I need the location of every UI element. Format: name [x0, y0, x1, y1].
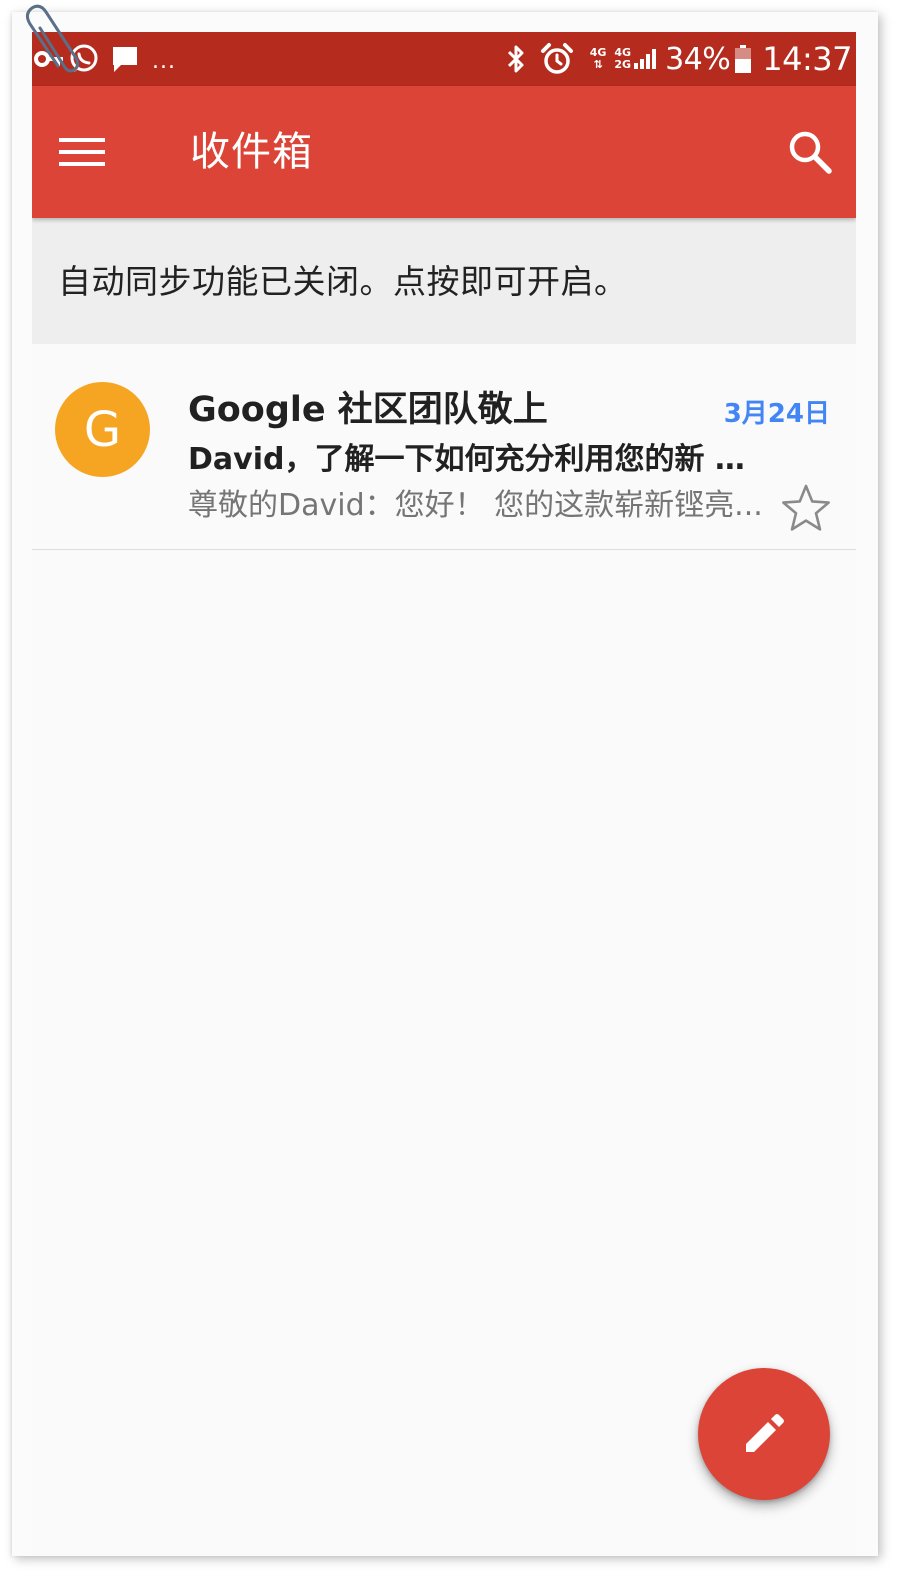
search-icon: [789, 131, 832, 174]
app-bar: 收件箱: [32, 86, 856, 218]
star-outline-icon: [782, 484, 830, 531]
email-date: 3月24日: [723, 399, 830, 429]
signal-icon: [634, 49, 657, 69]
more-notifications-indicator: ...: [152, 48, 176, 74]
email-snippet: 尊敬的David：您好！ 您的这款崭新铿亮...: [188, 488, 763, 523]
battery-icon: [735, 45, 752, 73]
compose-button[interactable]: [698, 1368, 830, 1500]
menu-button[interactable]: [50, 120, 114, 184]
star-button[interactable]: [778, 480, 834, 536]
status-bar-system: 4G ⇅ 4G 2G 34% 14:37: [504, 32, 852, 86]
message-icon: [113, 47, 137, 72]
email-sender: Google 社区团队敬上: [188, 390, 548, 430]
email-subject: David，了解一下如何充分利用您的新 A...: [188, 442, 768, 477]
email-list-item[interactable]: G Google 社区团队敬上 3月24日 David，了解一下如何充分利用您的…: [32, 344, 856, 550]
alarm-icon: [540, 43, 573, 74]
clock: 14:37: [762, 40, 852, 78]
pencil-icon: [746, 1414, 784, 1452]
battery-percentage: 34%: [665, 41, 731, 77]
sync-banner-text: 自动同步功能已关闭。点按即可开启。: [58, 262, 628, 301]
network-4g-indicator: 4G ⇅: [589, 46, 607, 71]
bluetooth-icon: [507, 45, 524, 73]
phone-screen: ... 4G ⇅ 4G 2G 34% 14:37 收件箱 自动同步功能已关闭。点…: [32, 32, 856, 1556]
page-title: 收件箱: [190, 129, 313, 175]
network-4g-2g-indicator: 4G 2G: [614, 46, 632, 71]
paperclip-icon: [25, 4, 80, 73]
hamburger-menu-icon: [59, 138, 105, 166]
sender-avatar[interactable]: G: [55, 382, 150, 477]
sync-disabled-banner[interactable]: 自动同步功能已关闭。点按即可开启。: [32, 218, 856, 344]
search-button[interactable]: [778, 120, 842, 184]
status-bar: ... 4G ⇅ 4G 2G 34% 14:37: [32, 32, 856, 86]
